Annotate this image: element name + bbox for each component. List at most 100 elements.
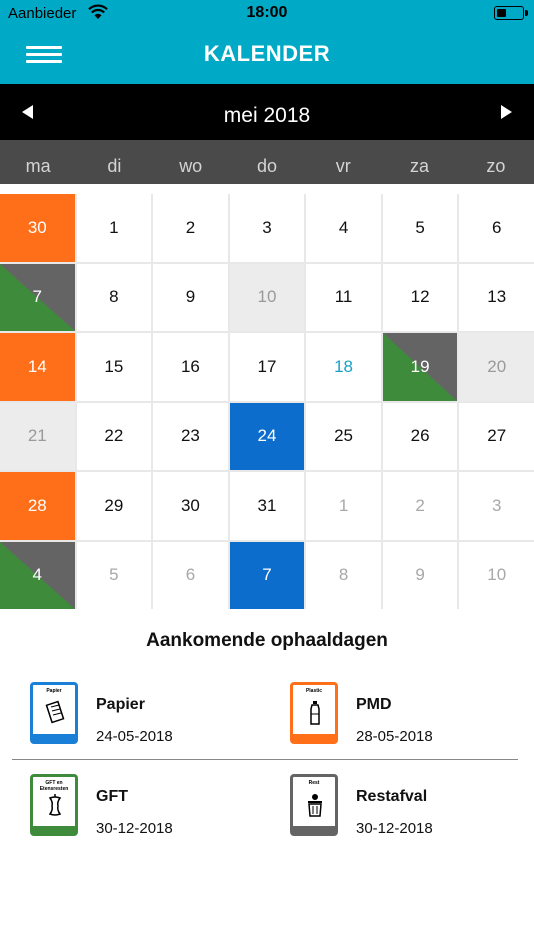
day-number: 9 <box>185 287 196 307</box>
calendar-day-cell[interactable]: 11 <box>306 263 381 331</box>
calendar-day-cell[interactable]: 13 <box>459 263 534 331</box>
weekday-label: di <box>107 156 122 176</box>
upcoming-item-pmd[interactable]: Plastic PMD 28-05-2018 <box>290 682 534 752</box>
day-number: 3 <box>491 495 502 515</box>
next-month-arrow-icon[interactable] <box>494 100 518 124</box>
month-navigator: mei 2018 <box>0 84 534 140</box>
calendar-day-cell[interactable]: 5 <box>382 194 458 262</box>
weekday-label: vr <box>335 156 351 176</box>
day-number: 10 <box>257 287 277 307</box>
day-number: 7 <box>32 287 43 307</box>
pickup-date: 30-12-2018 <box>96 820 173 837</box>
day-number: 25 <box>334 426 354 446</box>
day-number: 11 <box>334 287 353 307</box>
day-number: 5 <box>415 217 425 237</box>
day-number: 17 <box>257 356 277 376</box>
status-bar: Aanbieder 18:00 <box>0 0 534 28</box>
calendar-day-cell[interactable]: 5 <box>76 541 152 609</box>
apple-core-icon <box>48 794 62 816</box>
calendar-day-cell[interactable]: 4 <box>0 541 75 609</box>
page-title: KALENDER <box>203 41 331 66</box>
day-number: 2 <box>415 495 425 515</box>
calendar-day-cell[interactable]: 2 <box>382 472 458 540</box>
calendar-day-cell[interactable]: 15 <box>76 333 152 401</box>
upcoming-item-gft[interactable]: GFT en Etensresten GFT 30-12-2018 <box>30 774 280 844</box>
weekday-label: do <box>256 156 277 176</box>
calendar-day-cell[interactable]: 4 <box>306 194 381 262</box>
day-number: 10 <box>487 565 507 585</box>
day-number: 6 <box>491 217 502 237</box>
weekday-header: ma di wo do vr za zo <box>0 140 534 184</box>
calendar-day-cell[interactable]: 17 <box>229 333 305 401</box>
calendar-day-cell[interactable]: 27 <box>459 402 534 470</box>
pickup-date: 30-12-2018 <box>356 820 433 837</box>
calendar-day-cell[interactable]: 29 <box>76 472 152 540</box>
calendar-day-cell[interactable]: 10 <box>229 263 305 331</box>
day-number: 30 <box>27 217 47 237</box>
day-number: 21 <box>27 426 47 446</box>
day-number: 7 <box>262 565 272 585</box>
residual-bin-icon: Rest <box>290 774 338 836</box>
bottle-icon <box>310 701 320 725</box>
bin-color-stripe <box>293 826 335 833</box>
calendar-day-cell[interactable]: 30 <box>153 472 228 540</box>
day-number: 8 <box>338 565 349 585</box>
weekday-label: ma <box>25 156 51 176</box>
day-number: 27 <box>487 426 507 446</box>
calendar-day-cell[interactable]: 1 <box>306 472 381 540</box>
calendar-day-cell[interactable]: 16 <box>153 333 228 401</box>
calendar-day-cell[interactable]: 26 <box>382 402 458 470</box>
calendar-day-cell[interactable]: 9 <box>382 541 458 609</box>
calendar-day-cell[interactable]: 8 <box>76 263 152 331</box>
month-title: mei 2018 <box>223 104 311 127</box>
calendar-day-cell[interactable]: 6 <box>459 194 534 262</box>
calendar-day-cell[interactable]: 3 <box>229 194 305 262</box>
calendar-day-cell[interactable]: 14 <box>0 333 75 401</box>
day-number: 26 <box>410 426 430 446</box>
calendar-day-cell[interactable]: 10 <box>459 541 534 609</box>
bin-color-stripe <box>293 734 335 741</box>
calendar-day-cell[interactable]: 9 <box>153 263 228 331</box>
upcoming-item-restafval[interactable]: Rest Restafval 30-12-2018 <box>290 774 534 844</box>
upcoming-title: Aankomende ophaaldagen <box>146 630 388 651</box>
waste-type-name: PMD <box>356 696 392 713</box>
calendar-day-cell[interactable]: 3 <box>459 472 534 540</box>
calendar-day-cell[interactable]: 20 <box>459 333 534 401</box>
calendar-day-cell[interactable]: 6 <box>153 541 228 609</box>
calendar-day-cell[interactable]: 24 <box>229 402 305 470</box>
calendar-day-cell[interactable]: 18 <box>306 333 381 401</box>
bin-color-stripe <box>33 734 75 741</box>
day-number: 19 <box>410 356 430 376</box>
pickup-date: 24-05-2018 <box>96 728 173 745</box>
calendar-grid: 30 1 2 3 4 5 6 7 8 9 10 11 12 13 14 15 16 17 18 19 20 21 22 23 2… <box>0 194 534 609</box>
calendar-day-cell[interactable]: 22 <box>76 402 152 470</box>
paper-icon <box>45 700 65 724</box>
calendar-day-cell[interactable]: 30 <box>0 194 75 262</box>
waste-type-name: GFT <box>96 788 128 805</box>
calendar-day-cell[interactable]: 28 <box>0 472 75 540</box>
day-number: 4 <box>338 217 349 237</box>
upcoming-item-papier[interactable]: Papier Papier 24-05-2018 <box>30 682 280 752</box>
calendar-day-cell[interactable]: 7 <box>229 541 305 609</box>
day-number: 23 <box>180 426 200 446</box>
calendar-day-cell[interactable]: 19 <box>382 333 458 401</box>
calendar-day-cell[interactable]: 7 <box>0 263 75 331</box>
nav-bar: KALENDER <box>0 28 534 84</box>
day-number: 29 <box>104 495 124 515</box>
calendar-day-cell[interactable]: 31 <box>229 472 305 540</box>
divider <box>12 759 518 760</box>
day-number: 12 <box>410 287 430 307</box>
day-number: 24 <box>257 426 277 446</box>
day-number: 4 <box>32 565 43 585</box>
calendar-day-cell[interactable]: 8 <box>306 541 381 609</box>
trash-bin-icon <box>308 794 322 817</box>
calendar-day-cell[interactable]: 1 <box>76 194 152 262</box>
waste-type-name: Restafval <box>356 788 428 805</box>
calendar-day-cell[interactable]: 23 <box>153 402 228 470</box>
calendar-day-cell[interactable]: 21 <box>0 402 75 470</box>
calendar-day-cell[interactable]: 2 <box>153 194 228 262</box>
calendar-day-cell[interactable]: 25 <box>306 402 381 470</box>
calendar-day-cell[interactable]: 12 <box>382 263 458 331</box>
battery-icon <box>494 6 528 20</box>
day-number: 31 <box>257 495 277 515</box>
